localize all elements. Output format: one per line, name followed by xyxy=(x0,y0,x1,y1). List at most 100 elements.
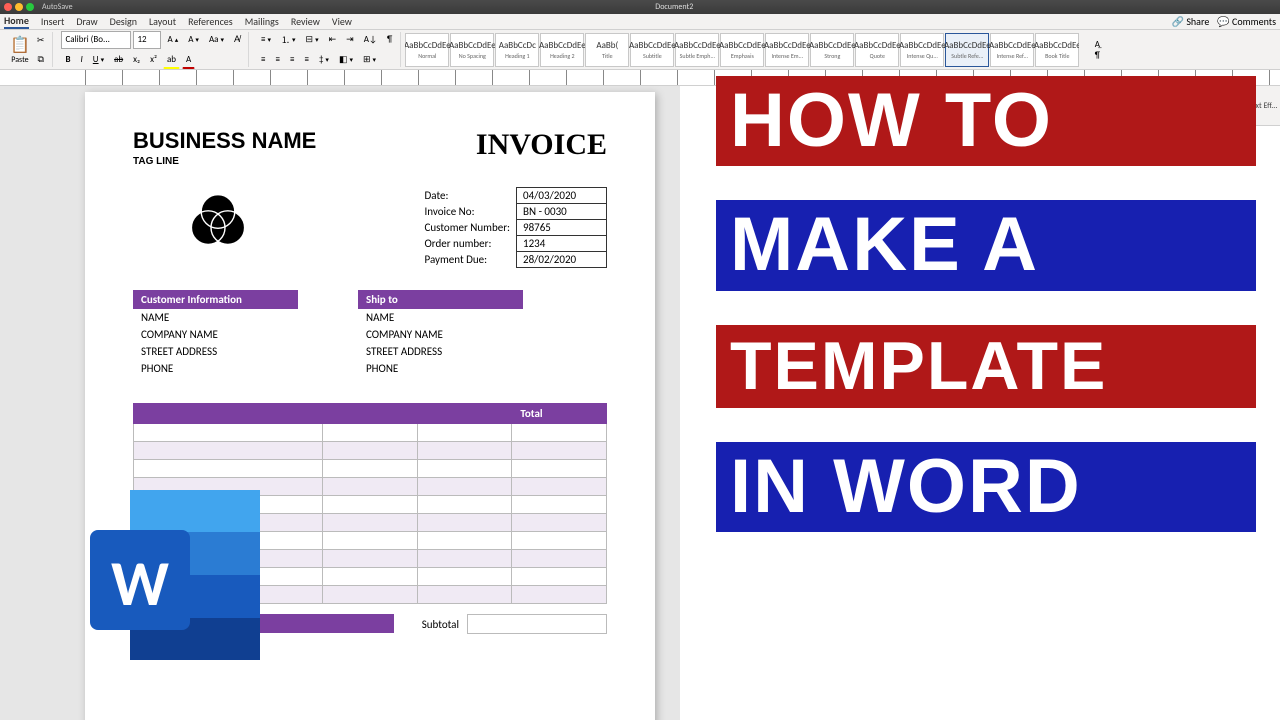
style-subtlerefe[interactable]: AaBbCcDdEeSubtle Refe... xyxy=(945,33,989,67)
change-case-button[interactable]: Aa▾ xyxy=(205,31,228,49)
styles-gallery[interactable]: AaBbCcDdEeNormalAaBbCcDdEeNo SpacingAaBb… xyxy=(405,33,1079,67)
banner-3: TEMPLATE xyxy=(716,325,1256,408)
ribbon: 📋 Paste ✂ ⧉ Calibri (Bo... 12 A▴ A▾ Aa▾ … xyxy=(0,30,1280,70)
style-intensequ[interactable]: AaBbCcDdEeIntense Qu... xyxy=(900,33,944,67)
line-spacing-button[interactable]: ‡▾ xyxy=(315,51,333,69)
meta-key: Invoice No: xyxy=(419,204,517,220)
meta-value: 98765 xyxy=(517,220,607,236)
font-select[interactable]: Calibri (Bo... xyxy=(61,31,131,49)
clipboard-group: 📋 Paste ✂ ⧉ xyxy=(6,32,53,67)
total-header: Total xyxy=(512,404,607,424)
indent-inc-button[interactable]: ⇥ xyxy=(342,31,358,49)
tab-view[interactable]: View xyxy=(332,15,352,28)
clear-format-button[interactable]: A̸ xyxy=(230,31,244,49)
address-line: COMPANY NAME xyxy=(358,326,523,343)
bold-button[interactable]: B xyxy=(61,51,74,69)
style-strong[interactable]: AaBbCcDdEeStrong xyxy=(810,33,854,67)
table-row xyxy=(134,460,607,478)
copy-button[interactable]: ⧉ xyxy=(33,50,49,68)
styles-pane-button[interactable]: A̲¶ xyxy=(1087,33,1107,67)
meta-key: Order number: xyxy=(419,236,517,252)
customer-info-header: Customer Information xyxy=(133,290,298,309)
shrink-font-button[interactable]: A▾ xyxy=(184,31,203,49)
style-booktitle[interactable]: AaBbCcDdEeBook Title xyxy=(1035,33,1079,67)
cut-button[interactable]: ✂ xyxy=(33,31,49,49)
align-left-button[interactable]: ≡ xyxy=(257,51,269,69)
word-app-icon: W xyxy=(70,480,270,680)
tab-review[interactable]: Review xyxy=(291,15,320,28)
grow-font-button[interactable]: A▴ xyxy=(163,31,182,49)
superscript-button[interactable]: x² xyxy=(146,51,161,69)
business-name: BUSINESS NAME xyxy=(133,128,316,154)
style-heading[interactable]: AaBbCcDcHeading 1 xyxy=(495,33,539,67)
tab-home[interactable]: Home xyxy=(4,14,29,29)
ribbon-tabs: Home Insert Draw Design Layout Reference… xyxy=(0,14,1280,30)
address-line: NAME xyxy=(133,309,298,326)
address-line: COMPANY NAME xyxy=(133,326,298,343)
style-intenseref[interactable]: AaBbCcDdEeIntense Ref... xyxy=(990,33,1034,67)
shading-button[interactable]: ◧▾ xyxy=(335,51,357,69)
comments-button[interactable]: 💬 Comments xyxy=(1217,15,1276,28)
table-row xyxy=(134,424,607,442)
customer-info-block: Customer Information NAMECOMPANY NAMESTR… xyxy=(133,290,298,377)
tab-mailings[interactable]: Mailings xyxy=(245,15,279,28)
subscript-button[interactable]: x₂ xyxy=(129,51,144,69)
style-subtitle[interactable]: AaBbCcDdEeSubtitle xyxy=(630,33,674,67)
multilevel-button[interactable]: ⊟▾ xyxy=(302,31,323,49)
tab-layout[interactable]: Layout xyxy=(149,15,176,28)
tag-line: TAG LINE xyxy=(133,156,316,167)
style-quote[interactable]: AaBbCcDdEeQuote xyxy=(855,33,899,67)
paste-icon[interactable]: 📋 xyxy=(10,35,30,55)
style-subtleemph[interactable]: AaBbCcDdEeSubtle Emph... xyxy=(675,33,719,67)
address-line: PHONE xyxy=(133,360,298,377)
tab-references[interactable]: References xyxy=(188,15,233,28)
tab-draw[interactable]: Draw xyxy=(76,15,97,28)
align-center-button[interactable]: ≡ xyxy=(271,51,283,69)
traffic-lights[interactable] xyxy=(4,3,34,11)
meta-value: BN - 0030 xyxy=(517,204,607,220)
address-line: STREET ADDRESS xyxy=(358,343,523,360)
tab-design[interactable]: Design xyxy=(110,15,137,28)
minimize-icon[interactable] xyxy=(15,3,23,11)
style-normal[interactable]: AaBbCcDdEeNormal xyxy=(405,33,449,67)
borders-button[interactable]: ⊞▾ xyxy=(359,51,380,69)
share-button[interactable]: 🔗 Share xyxy=(1172,15,1210,28)
style-emphasis[interactable]: AaBbCcDdEeEmphasis xyxy=(720,33,764,67)
address-line: PHONE xyxy=(358,360,523,377)
autosave-label: AutoSave xyxy=(42,2,73,12)
meta-value: 28/02/2020 xyxy=(517,252,607,268)
style-heading[interactable]: AaBbCcDdEeHeading 2 xyxy=(540,33,584,67)
justify-button[interactable]: ≡ xyxy=(300,51,312,69)
strike-button[interactable]: ab xyxy=(110,51,127,69)
size-select[interactable]: 12 xyxy=(133,31,161,49)
style-title[interactable]: AaBb(Title xyxy=(585,33,629,67)
address-line: NAME xyxy=(358,309,523,326)
invoice-meta-table: Date:04/03/2020Invoice No:BN - 0030Custo… xyxy=(419,187,607,268)
ship-to-block: Ship to NAMECOMPANY NAMESTREET ADDRESSPH… xyxy=(358,290,523,377)
bullets-button[interactable]: ≡▾ xyxy=(257,31,275,49)
show-marks-button[interactable]: ¶ xyxy=(383,31,396,49)
font-group: Calibri (Bo... 12 A▴ A▾ Aa▾ A̸ B I U▾ ab… xyxy=(57,32,249,67)
numbering-button[interactable]: ⒈▾ xyxy=(277,31,300,49)
close-icon[interactable] xyxy=(4,3,12,11)
venn-logo-icon xyxy=(183,187,253,257)
tab-insert[interactable]: Insert xyxy=(41,15,65,28)
maximize-icon[interactable] xyxy=(26,3,34,11)
svg-text:W: W xyxy=(111,545,169,623)
underline-button[interactable]: U▾ xyxy=(89,51,108,69)
sort-button[interactable]: A↓ xyxy=(360,31,381,49)
ship-to-header: Ship to xyxy=(358,290,523,309)
style-nospacing[interactable]: AaBbCcDdEeNo Spacing xyxy=(450,33,494,67)
meta-key: Payment Due: xyxy=(419,252,517,268)
banner-4: IN WORD xyxy=(716,442,1256,532)
font-color-button[interactable]: A xyxy=(182,51,195,69)
align-right-button[interactable]: ≡ xyxy=(286,51,298,69)
italic-button[interactable]: I xyxy=(77,51,87,69)
meta-value: 1234 xyxy=(517,236,607,252)
highlight-button[interactable]: ab xyxy=(163,51,180,69)
invoice-title: INVOICE xyxy=(476,128,607,162)
title-banners: HOW TO MAKE A TEMPLATE IN WORD xyxy=(716,76,1256,532)
indent-dec-button[interactable]: ⇤ xyxy=(325,31,341,49)
style-intenseem[interactable]: AaBbCcDdEeIntense Em... xyxy=(765,33,809,67)
meta-value: 04/03/2020 xyxy=(517,188,607,204)
